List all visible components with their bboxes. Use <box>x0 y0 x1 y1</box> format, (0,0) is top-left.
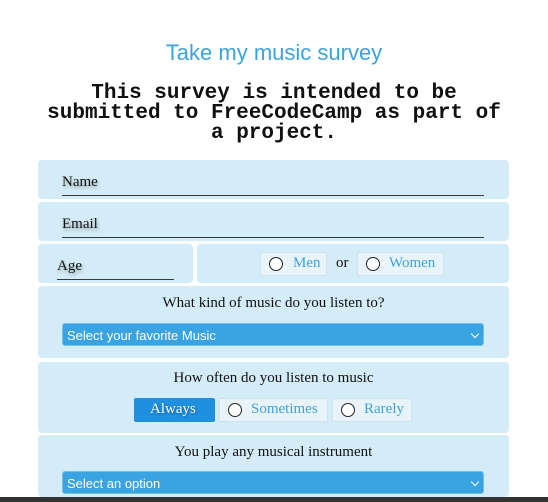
window-bottom-edge <box>0 497 548 502</box>
gender-label-men: Men <box>293 255 321 271</box>
page-subtitle: This survey is intended to be submitted … <box>47 82 501 145</box>
age-panel: Age <box>38 244 193 283</box>
instrument-select-value: Select an option <box>67 476 161 491</box>
chevron-down-icon <box>470 477 480 487</box>
gender-separator: or <box>336 255 349 271</box>
radio-circle-icon[interactable] <box>228 403 242 417</box>
frequency-option-sometimes[interactable]: Sometimes <box>219 398 328 422</box>
instrument-panel: You play any musical instrument Select a… <box>38 435 509 497</box>
instrument-select[interactable]: Select an option <box>62 471 484 494</box>
frequency-label-always: Always <box>150 401 196 417</box>
frequency-panel: How often do you listen to music Always … <box>38 362 509 433</box>
radio-circle-icon[interactable] <box>366 257 380 271</box>
radio-circle-icon[interactable] <box>341 403 355 417</box>
frequency-option-always[interactable]: Always <box>134 398 215 422</box>
radio-circle-icon[interactable] <box>269 257 283 271</box>
name-panel: Name <box>38 160 509 199</box>
gender-option-men[interactable]: Men <box>260 252 327 276</box>
email-placeholder: Email <box>62 216 98 232</box>
name-placeholder: Name <box>62 174 98 190</box>
age-input[interactable]: Age <box>57 250 174 280</box>
frequency-label-rarely: Rarely <box>364 401 404 417</box>
gender-label-women: Women <box>389 255 436 271</box>
email-panel: Email <box>38 202 509 241</box>
gender-panel: Men or Women <box>197 244 509 283</box>
frequency-option-rarely[interactable]: Rarely <box>332 398 412 422</box>
music-select[interactable]: Select your favorite Music <box>62 323 484 346</box>
music-panel: What kind of music do you listen to? Sel… <box>38 286 509 358</box>
frequency-label-sometimes: Sometimes <box>251 401 318 417</box>
chevron-down-icon <box>470 329 480 339</box>
email-input[interactable]: Email <box>62 208 484 238</box>
music-select-value: Select your favorite Music <box>67 328 216 343</box>
frequency-question: How often do you listen to music <box>173 370 374 386</box>
gender-option-women[interactable]: Women <box>357 252 444 276</box>
music-question: What kind of music do you listen to? <box>162 295 385 311</box>
page-title: Take my music survey <box>165 40 383 65</box>
instrument-question: You play any musical instrument <box>174 444 373 460</box>
age-placeholder: Age <box>57 258 82 274</box>
name-input[interactable]: Name <box>62 166 484 196</box>
